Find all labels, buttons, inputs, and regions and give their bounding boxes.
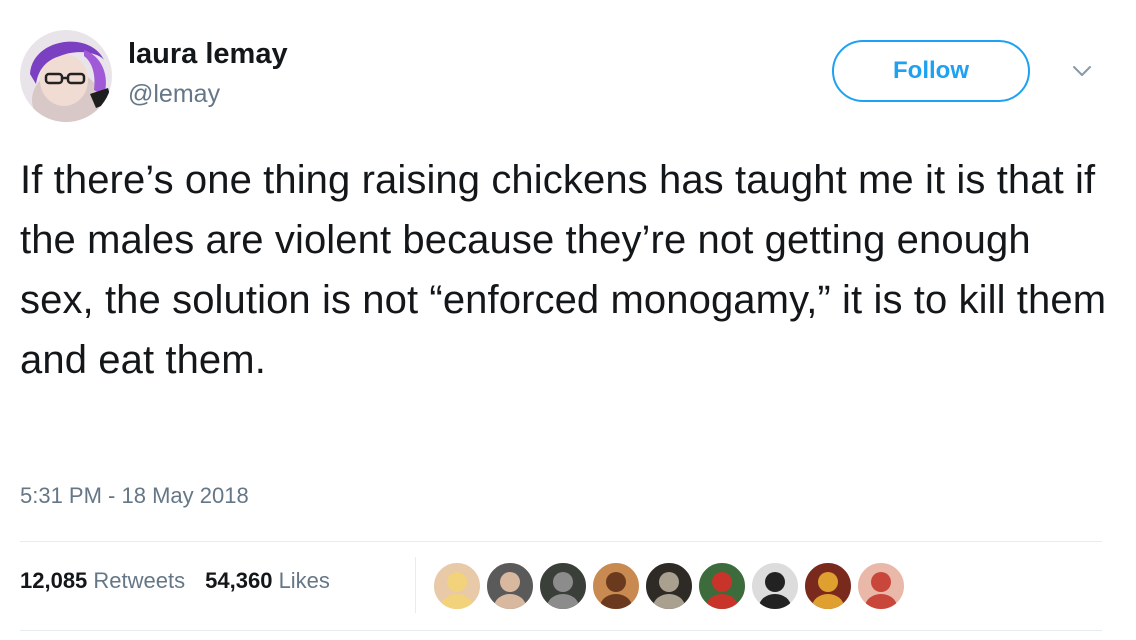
chevron-down-icon[interactable] [1070,62,1094,80]
liker-avatar[interactable] [697,561,747,611]
liker-avatar-image [600,572,632,609]
follow-button[interactable]: Follow [832,40,1030,102]
liker-avatar[interactable] [485,561,535,611]
liker-avatar-image [759,572,791,609]
retweets-label: Retweets [93,568,186,593]
divider-top [20,541,1102,542]
avatar-image [20,30,112,122]
liker-avatar[interactable] [591,561,641,611]
likes-label: Likes [278,568,330,593]
liker-avatar[interactable] [644,561,694,611]
author-avatar[interactable] [20,30,112,122]
liker-avatar-image [706,572,738,609]
liker-avatar[interactable] [432,561,482,611]
liker-avatar-image [547,572,579,609]
stats-divider [415,557,416,613]
liker-avatar-image [812,572,844,609]
liker-avatar[interactable] [803,561,853,611]
tweet-stats: 12,085 Retweets 54,360 Likes [20,568,330,594]
liker-avatar[interactable] [750,561,800,611]
retweets-count: 12,085 [20,568,88,593]
likes-count: 54,360 [205,568,273,593]
liker-avatar-image [653,572,685,609]
author-handle[interactable]: @lemay [128,80,220,109]
retweets-stat[interactable]: 12,085 Retweets [20,568,185,594]
likes-stat[interactable]: 54,360 Likes [205,568,330,594]
liker-avatar[interactable] [538,561,588,611]
author-display-name[interactable]: laura lemay [128,38,288,71]
tweet-text: If there’s one thing raising chickens ha… [20,158,1107,382]
tweet-timestamp[interactable]: 5:31 PM - 18 May 2018 [20,483,249,509]
divider-bottom [20,630,1102,631]
liker-avatar-image [494,572,526,609]
liker-avatar-image [865,572,897,609]
liker-avatar[interactable] [856,561,906,611]
liker-avatar-image [441,572,473,609]
